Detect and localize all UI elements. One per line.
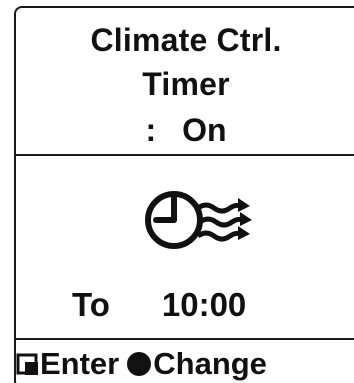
to-label: To: [72, 286, 110, 323]
change-label: Change: [153, 346, 267, 381]
display-screen: Climate Ctrl. Timer : On To 10:00 Enter …: [14, 6, 354, 383]
status-value: On: [182, 112, 227, 148]
schedule-row: To 10:00: [72, 286, 246, 326]
screen-subtitle: Timer: [142, 66, 230, 102]
footer-hints: Enter Change: [16, 342, 354, 383]
timer-status: : On: [16, 112, 354, 150]
divider-bottom: [16, 338, 354, 340]
status-separator: :: [145, 112, 157, 148]
header: Climate Ctrl. Timer : On: [16, 8, 354, 154]
enter-label: Enter: [40, 346, 120, 381]
enter-key-icon: [16, 353, 38, 375]
clock-airflow-icon: [140, 180, 268, 260]
filled-circle-icon: [127, 352, 152, 376]
divider-top: [16, 154, 354, 156]
timer-time: 10:00: [161, 286, 247, 323]
screen-title: Climate Ctrl.: [90, 22, 282, 58]
